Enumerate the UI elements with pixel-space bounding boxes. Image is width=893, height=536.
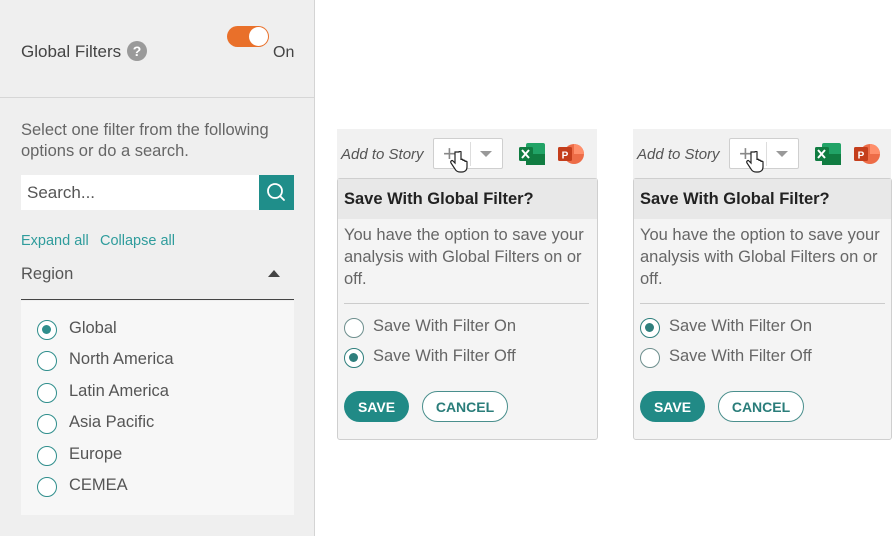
radio-button[interactable] [37, 414, 57, 434]
add-to-story-label: Add to Story [341, 146, 424, 163]
expand-all-link[interactable]: Expand all [21, 233, 89, 249]
radio-button[interactable] [37, 477, 57, 497]
radio-button[interactable] [37, 351, 57, 371]
add-to-story-toolbar: Add to Story + P [633, 129, 891, 179]
region-option-label: Europe [69, 445, 123, 463]
search-button[interactable] [259, 175, 294, 210]
chevron-down-icon[interactable] [776, 151, 788, 157]
search-icon [267, 183, 285, 201]
region-accordion-header[interactable]: Region [21, 258, 294, 300]
dialog-title-bar: Save With Global Filter? [338, 179, 597, 219]
excel-export-icon[interactable] [814, 142, 842, 166]
hand-cursor-icon [450, 151, 468, 173]
region-option-label: CEMEA [69, 476, 128, 494]
global-filter-panel: Global Filters ? On Select one filter fr… [0, 0, 315, 536]
collapse-all-link[interactable]: Collapse all [100, 233, 175, 249]
dialog-divider [640, 303, 885, 304]
filter-header: Global Filters ? On [0, 0, 314, 98]
split-divider [470, 142, 471, 166]
dialog-message: You have the option to save your analysi… [344, 226, 584, 288]
radio-button[interactable] [344, 318, 364, 338]
dialog-message: You have the option to save your analysi… [640, 226, 880, 288]
chevron-down-icon[interactable] [480, 151, 492, 157]
radio-button[interactable] [37, 446, 57, 466]
filter-instructions: Select one filter from the following opt… [21, 121, 269, 160]
dialog-title: Save With Global Filter? [344, 190, 534, 208]
help-icon[interactable]: ? [127, 41, 147, 61]
region-option-list: Global North America Latin America Asia … [21, 301, 294, 515]
region-option-label: Global [69, 319, 117, 337]
svg-text:P: P [858, 151, 865, 162]
save-global-filter-dialog: Save With Global Filter? You have the op… [633, 178, 892, 440]
radio-button[interactable] [640, 318, 660, 338]
global-filter-toggle[interactable] [227, 26, 269, 47]
save-global-filter-dialog: Save With Global Filter? You have the op… [337, 178, 598, 440]
option-label: Save With Filter Off [373, 347, 516, 365]
add-to-story-label: Add to Story [637, 146, 720, 163]
hand-cursor-icon [746, 151, 764, 173]
dialog-divider [344, 303, 589, 304]
svg-text:P: P [562, 151, 569, 162]
save-button[interactable]: SAVE [640, 391, 705, 422]
add-to-story-split-button[interactable]: + [729, 138, 799, 173]
radio-button[interactable] [640, 348, 660, 368]
dialog-title-bar: Save With Global Filter? [634, 179, 891, 219]
save-button[interactable]: SAVE [344, 391, 409, 422]
region-option-label: North America [69, 350, 174, 368]
radio-button[interactable] [37, 383, 57, 403]
option-label: Save With Filter On [669, 317, 813, 335]
radio-button[interactable] [37, 320, 57, 340]
powerpoint-export-icon[interactable]: P [557, 142, 585, 166]
option-label: Save With Filter On [373, 317, 517, 335]
add-to-story-toolbar: Add to Story + P [337, 129, 597, 179]
search-input[interactable] [21, 175, 259, 210]
region-option-label: Latin America [69, 382, 169, 400]
split-divider [766, 142, 767, 166]
option-label: Save With Filter Off [669, 347, 812, 365]
region-label: Region [21, 265, 74, 283]
toggle-state-label: On [273, 44, 295, 61]
dialog-title: Save With Global Filter? [640, 190, 830, 208]
add-to-story-split-button[interactable]: + [433, 138, 503, 173]
powerpoint-export-icon[interactable]: P [853, 142, 881, 166]
toggle-knob [249, 27, 268, 46]
excel-export-icon[interactable] [518, 142, 546, 166]
region-option-label: Asia Pacific [69, 413, 155, 431]
global-filters-title: Global Filters [21, 42, 122, 61]
caret-up-icon [268, 270, 280, 277]
radio-button[interactable] [344, 348, 364, 368]
cancel-button[interactable]: CANCEL [422, 391, 508, 422]
cancel-button[interactable]: CANCEL [718, 391, 804, 422]
